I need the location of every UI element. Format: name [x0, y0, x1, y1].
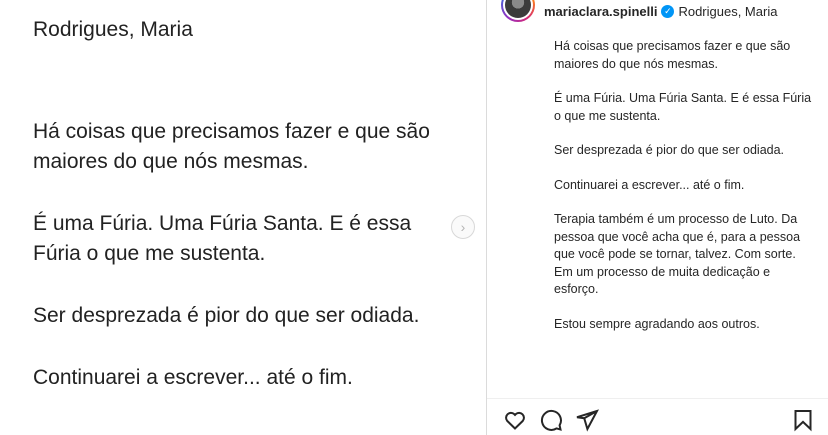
comment-icon[interactable] — [539, 408, 563, 432]
post-header: mariaclara.spinelli ✓ Rodrigues, Maria — [501, 0, 777, 22]
send-icon[interactable] — [575, 408, 599, 432]
chevron-right-icon[interactable]: › — [451, 215, 475, 239]
caption-paragraph: Há coisas que precisamos fazer e que são… — [554, 39, 791, 71]
avatar[interactable] — [501, 0, 535, 22]
caption-paragraph: Estou sempre agradando aos outros. — [554, 316, 760, 331]
bookmark-icon[interactable] — [791, 408, 815, 432]
post-image-paragraph: É uma Fúria. Uma Fúria Santa. E é essa F… — [33, 212, 412, 265]
header-author: Rodrigues, Maria — [678, 3, 778, 19]
caption-paragraph: Ser desprezada é pior do que ser odiada. — [554, 143, 785, 157]
heart-icon[interactable] — [503, 408, 527, 432]
post-image-paragraph: Continuarei a escrever... até o fim. — [33, 366, 353, 389]
caption-paragraph: É uma Fúria. Uma Fúria Santa. E é essa F… — [554, 91, 812, 123]
post-sidebar: mariaclara.spinelli ✓ Rodrigues, Maria H… — [487, 0, 828, 435]
post-image-paragraph: Ser desprezada é pior do que ser odiada. — [33, 304, 420, 327]
post-image-text: Há coisas que precisamos fazer e que são… — [33, 117, 463, 425]
post-image: Rodrigues, Maria Há coisas que precisamo… — [0, 0, 486, 435]
verified-badge-icon: ✓ — [661, 4, 675, 18]
username-link[interactable]: mariaclara.spinelli — [544, 4, 657, 19]
caption: Há coisas que precisamos fazer e que são… — [554, 38, 816, 393]
caption-paragraph: Terapia também é um processo de Luto. Da… — [554, 212, 801, 296]
post-image-author: Rodrigues, Maria — [33, 18, 193, 41]
action-bar — [487, 398, 828, 435]
caption-paragraph: Continuarei a escrever... até o fim. — [554, 177, 745, 192]
post-image-paragraph: Há coisas que precisamos fazer e que são… — [33, 120, 430, 173]
